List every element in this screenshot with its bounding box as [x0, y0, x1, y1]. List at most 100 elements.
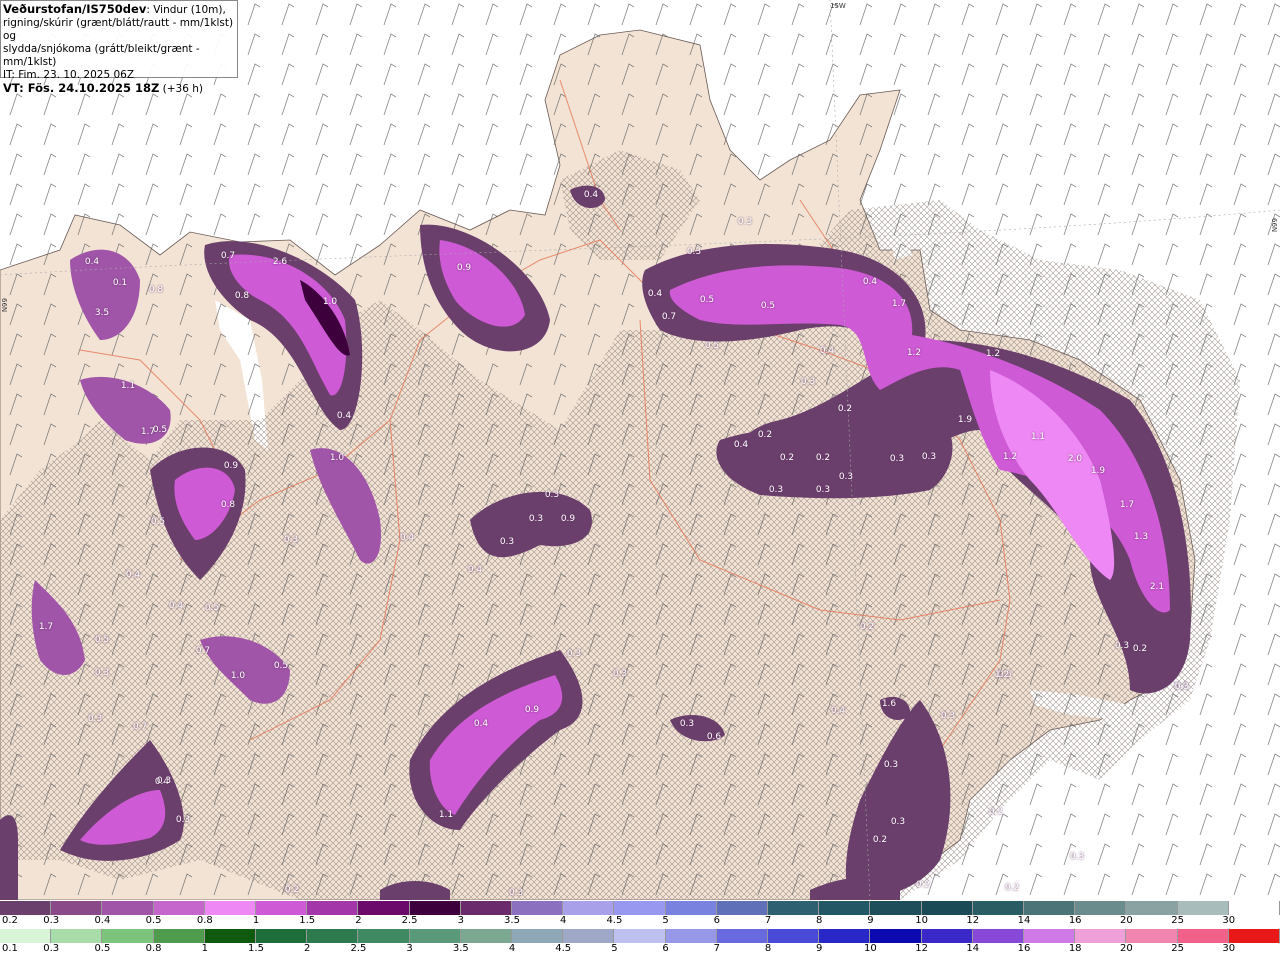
precip-value-label: 0.3 — [87, 714, 103, 724]
lat-label-66n: 66N — [1270, 218, 1278, 233]
precip-value-label: 0.2 — [757, 430, 773, 440]
legend-swatch — [972, 901, 1025, 915]
precip-value-label: 0.5 — [699, 295, 715, 305]
precip-value-label: 0.4 — [862, 277, 878, 287]
map-info-box: Veðurstofan/IS750dev: Vindur (10m), rign… — [0, 0, 238, 95]
precip-value-label: 0.3 — [800, 377, 816, 387]
precip-value-label: 0.3 — [566, 649, 582, 659]
legend-swatch — [870, 929, 922, 943]
precip-value-label: 1.1 — [120, 381, 136, 391]
snow-legend-labels: 0.2 0.3 0.4 0.5 0.8 1 1.5 2 2.5 3 3.5 4 4.5 5 6 7 8 9 10 12… — [0, 915, 1280, 928]
legend-swatch — [102, 901, 154, 915]
legend-label: 12 — [966, 915, 980, 926]
precip-value-label: 0.1 — [112, 278, 128, 288]
legend-label: 0.4 — [94, 915, 111, 926]
precip-value-label: 0.9 — [560, 514, 576, 524]
precip-value-label: 0.2 — [859, 622, 875, 632]
precip-value-label: 0.4 — [467, 565, 483, 575]
precip-value-label: 1.9 — [957, 415, 973, 425]
legend-label: 2.5 — [401, 915, 418, 926]
precip-value-label: 0.2 — [915, 880, 931, 890]
legend-label: 25 — [1171, 915, 1184, 926]
legend-swatch — [460, 929, 513, 943]
legend-label: 5 — [611, 943, 618, 954]
precip-value-label: 0.4 — [647, 289, 663, 299]
legend-label: 4.5 — [555, 943, 572, 954]
legend-swatch — [358, 901, 410, 915]
rain-color-legend — [0, 929, 1280, 943]
precip-value-label: 1.7 — [38, 622, 54, 632]
description-line: : Vindur (10m), — [146, 4, 226, 16]
precip-value-label: 1.0 — [329, 453, 345, 463]
precip-value-label: 0.7 — [132, 722, 148, 732]
precip-value-label: 0.3 — [528, 514, 544, 524]
precip-value-label: 0.4 — [168, 601, 184, 611]
legend-label: 6 — [662, 943, 669, 954]
legend-label: 1.5 — [248, 943, 264, 954]
precip-value-label: 0.8 — [148, 285, 164, 295]
legend-label: 16 — [1017, 943, 1031, 954]
precip-value-label: 0.3 — [508, 888, 524, 898]
precip-value-label: 0.3 — [815, 485, 831, 495]
legend-label: 5 — [662, 915, 669, 926]
legend-swatch — [1228, 901, 1280, 915]
legend-label: 20 — [1120, 943, 1133, 954]
precip-value-label: 0.3 — [921, 452, 937, 462]
precip-value-label: 0.7 — [195, 646, 211, 656]
legend-label: 8 — [816, 915, 823, 926]
precip-value-label: 0.8 — [234, 291, 250, 301]
valid-time: VT: Fös. 24.10.2025 18Z — [3, 81, 160, 95]
legend-label: 1 — [201, 943, 208, 954]
precip-value-label: 0.4 — [336, 411, 352, 421]
precip-value-label: 0.4 — [473, 719, 489, 729]
precip-value-label: 0.7 — [661, 312, 677, 322]
legend-label: 0.3 — [43, 915, 60, 926]
legend-swatch — [256, 901, 308, 915]
precip-value-label: 0.2 — [1132, 644, 1148, 654]
precip-value-label: 2.6 — [272, 257, 288, 267]
precip-value-label: 0.8 — [220, 500, 236, 510]
legend-label: 3.5 — [504, 915, 520, 926]
precip-value-label: 0.5 — [760, 301, 776, 311]
legend-swatch — [716, 901, 769, 915]
legend-label: 4.5 — [606, 915, 623, 926]
legend-label: 3 — [457, 915, 464, 926]
legend-label: 0.5 — [94, 943, 111, 954]
precip-value-label: 0.3 — [612, 669, 628, 679]
legend-swatch — [1024, 901, 1076, 915]
precip-value-label: 1.1 — [1030, 432, 1046, 442]
precip-value-label: 0.6 — [706, 732, 722, 742]
legend-swatch — [1177, 901, 1229, 915]
precip-value-label: 0.2 — [779, 453, 795, 463]
precip-value-label: 0.4 — [84, 257, 100, 267]
legend-swatch — [1024, 929, 1076, 943]
legend-label: 0.8 — [196, 915, 213, 926]
legend-label: 9 — [867, 915, 874, 926]
precip-value-label: 0.4 — [819, 346, 835, 356]
legend-label: 0.3 — [43, 943, 60, 954]
precip-value-label: 0.2 — [284, 885, 300, 895]
legend-label: 12 — [915, 943, 928, 954]
legend-label: 30 — [1222, 915, 1236, 926]
precip-value-label: 0.5 — [150, 517, 166, 527]
precip-value-label: 0.4 — [399, 533, 415, 543]
precip-value-label: 0.5 — [704, 341, 720, 351]
precip-value-label: 1.9 — [1090, 466, 1106, 476]
legend-swatch — [768, 929, 820, 943]
description-line: slydda/snjókoma (grátt/bleikt/grænt - mm… — [3, 43, 200, 68]
description-line: rigning/skúrir (grænt/blátt/rautt - mm/1… — [3, 17, 234, 42]
precip-value-label: 0.4 — [733, 440, 749, 450]
precip-value-label: 0.4 — [125, 570, 141, 580]
legend-swatch — [1126, 929, 1178, 943]
precip-value-label: 0.5 — [204, 603, 220, 613]
precip-value-label: 1.2 — [985, 349, 1001, 359]
legend-label: 9 — [816, 943, 823, 954]
legend-label: 4 — [560, 915, 567, 926]
precip-value-label: 0.3 — [156, 776, 172, 786]
legend-swatch — [307, 929, 359, 943]
legend-label: 10 — [864, 943, 877, 954]
precip-value-label: 0.2 — [837, 404, 853, 414]
precip-value-label: 2.0 — [1067, 454, 1083, 464]
legend-label: 0.5 — [145, 915, 162, 926]
precip-value-label: 0.3 — [283, 535, 299, 545]
